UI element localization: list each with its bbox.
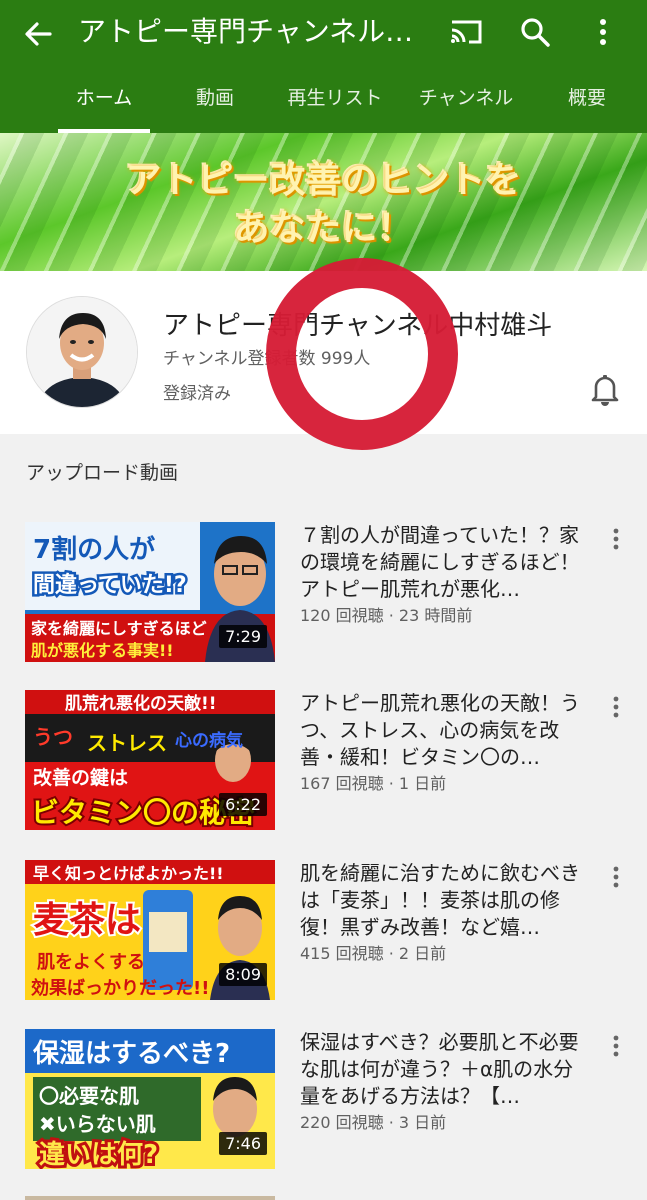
app-bar: アトピー専門チャンネル中村雄斗 ホーム 動画 再生リスト チャンネル 概要	[0, 0, 647, 133]
video-duration: 8:09	[219, 963, 267, 986]
video-meta: 167 回視聴 · 1 日前	[300, 774, 447, 793]
back-arrow-icon[interactable]	[18, 14, 58, 54]
search-icon[interactable]	[515, 12, 555, 52]
video-more-icon[interactable]	[608, 1033, 624, 1059]
tab-channels[interactable]: チャンネル	[410, 72, 522, 133]
channel-banner: アトピー改善のヒントを あなたに！	[0, 133, 647, 271]
video-item[interactable]: 保湿はするべき? 〇必要な肌 ✖いらない肌 違いは何? 7:46 保湿はすべき？…	[0, 1029, 647, 1169]
video-meta: 220 回視聴 · 3 日前	[300, 1113, 447, 1132]
thumbnail-text: 7割の人が	[33, 534, 155, 565]
tab-bar: ホーム 動画 再生リスト チャンネル 概要	[0, 72, 647, 133]
thumbnail-text: 改善の鍵は	[33, 766, 128, 789]
tab-playlists[interactable]: 再生リスト	[280, 72, 390, 133]
tab-about[interactable]: 概要	[556, 72, 618, 133]
thumbnail-text: ✖いらない肌	[39, 1112, 156, 1136]
channel-title: アトピー専門チャンネル中村雄斗	[78, 15, 433, 48]
subscribed-button[interactable]: 登録済み	[163, 379, 231, 404]
video-duration: 6:22	[219, 793, 267, 816]
thumbnail-text: 〇必要な肌	[39, 1084, 139, 1108]
subscriber-count: チャンネル登録者数 999人	[163, 349, 371, 369]
video-duration: 7:29	[219, 625, 267, 648]
cast-icon[interactable]	[446, 12, 486, 52]
video-more-icon[interactable]	[608, 526, 624, 552]
video-thumbnail[interactable]: 肌荒れ悪化の天敵!! うつ ストレス 心の病気 改善の鍵は ビタミン〇の秘密 6…	[25, 690, 275, 830]
video-meta: 120 回視聴 · 23 時間前	[300, 606, 473, 625]
thumbnail-text: 麦茶は	[33, 900, 141, 941]
video-item[interactable]: 早く知っとけばよかった!! 麦茶は 肌をよくする 効果ばっかりだった!! 8:0…	[0, 860, 647, 1000]
banner-line-1: アトピー改善のヒントを	[125, 160, 522, 201]
video-item[interactable]: 7割の人が 間違っていた!? 家を綺麗にしすぎるほど 肌が悪化する事実!! 7:…	[0, 522, 647, 662]
banner-line-2: あなたに！	[233, 208, 414, 249]
thumbnail-text: ストレス	[87, 731, 167, 755]
thumbnail-text: 効果ばっかりだった!!	[31, 977, 209, 999]
thumbnail-text: 肌が悪化する事実!!	[31, 641, 174, 660]
thumbnail-text: 心の病気	[175, 730, 243, 751]
video-title[interactable]: 保湿はすべき？必要肌と不必要な肌は何が違う？＋α肌の水分量をあげる方法は？【…	[300, 1029, 585, 1110]
thumbnail-text: 家を綺麗にしすぎるほど	[31, 619, 207, 638]
video-item[interactable]: 肌荒れ悪化の天敵!! うつ ストレス 心の病気 改善の鍵は ビタミン〇の秘密 6…	[0, 690, 647, 830]
tab-home[interactable]: ホーム	[58, 72, 150, 133]
channel-name: アトピー専門チャンネル中村雄斗	[163, 311, 553, 341]
video-more-icon[interactable]	[608, 864, 624, 890]
video-meta: 415 回視聴 · 2 日前	[300, 944, 447, 963]
video-thumbnail[interactable]: 7割の人が 間違っていた!? 家を綺麗にしすぎるほど 肌が悪化する事実!! 7:…	[25, 522, 275, 662]
video-more-icon[interactable]	[608, 694, 624, 720]
thumbnail-text: 肌荒れ悪化の天敵!!	[65, 693, 217, 714]
video-thumbnail[interactable]: 保湿はするべき? 〇必要な肌 ✖いらない肌 違いは何? 7:46	[25, 1029, 275, 1169]
video-title[interactable]: 肌を綺麗に治すために飲むべきは「麦茶」！！麦茶は肌の修復！黒ずみ改善！など嬉…	[300, 860, 585, 941]
tab-videos[interactable]: 動画	[180, 72, 250, 133]
thumbnail-text: 早く知っとけばよかった!!	[33, 864, 224, 883]
more-options-icon[interactable]	[588, 12, 618, 52]
video-title[interactable]: ７割の人が間違っていた！？家の環境を綺麗にしすぎるほど！アトピー肌荒れが悪化…	[300, 522, 585, 603]
video-duration: 7:46	[219, 1132, 267, 1155]
thumbnail-text: 間違っていた!?	[33, 572, 187, 598]
bell-icon[interactable]	[588, 371, 622, 407]
video-thumbnail[interactable]: 早く知っとけばよかった!! 麦茶は 肌をよくする 効果ばっかりだった!! 8:0…	[25, 860, 275, 1000]
channel-header: アトピー専門チャンネル中村雄斗 チャンネル登録者数 999人 登録済み	[0, 271, 647, 434]
thumbnail-text: 肌をよくする	[37, 952, 145, 973]
thumbnail-text: 保湿はするべき?	[32, 1039, 230, 1069]
video-title[interactable]: アトピー肌荒れ悪化の天敵！うつ、ストレス、心の病気を改善・緩和！ビタミン〇の…	[300, 690, 585, 771]
thumbnail-text: うつ	[33, 725, 73, 749]
thumbnail-text: 違いは何?	[39, 1140, 158, 1169]
next-video-thumbnail-edge	[25, 1196, 275, 1200]
avatar[interactable]	[26, 296, 138, 408]
uploads-heading: アップロード動画	[26, 462, 179, 484]
